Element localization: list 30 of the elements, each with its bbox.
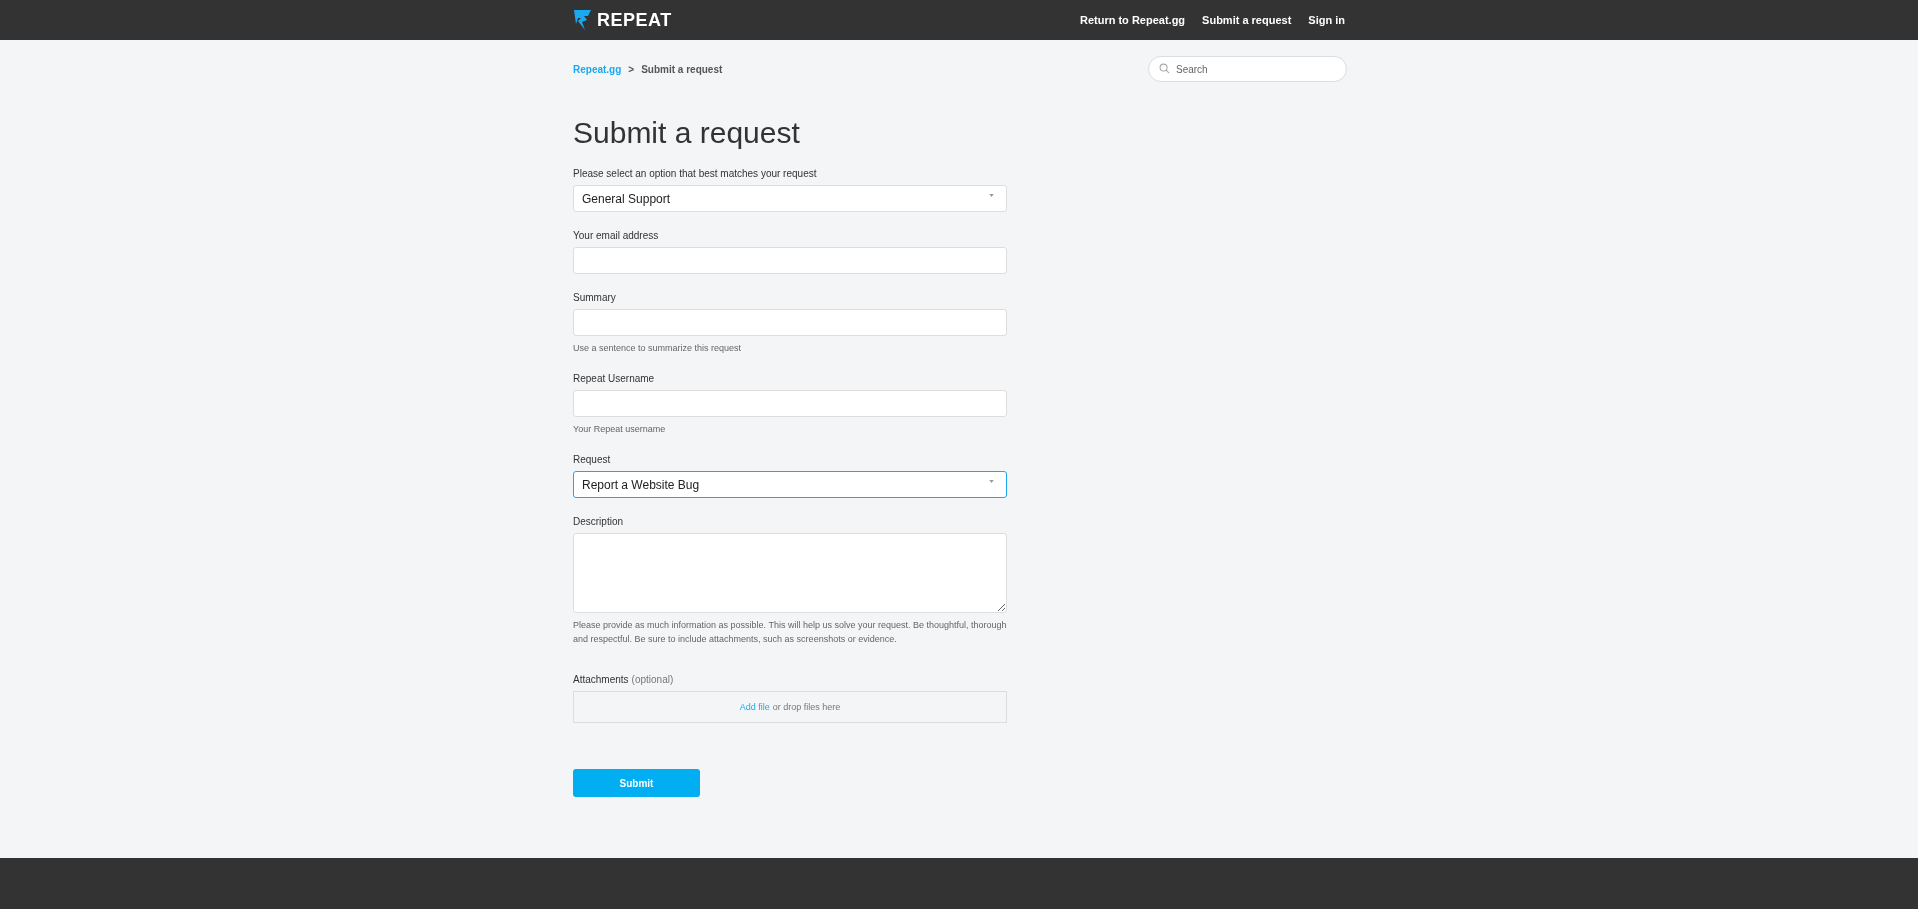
caret-icon [989, 194, 994, 197]
logo[interactable]: REPEAT [573, 9, 672, 31]
caret-icon [989, 480, 994, 483]
field-label: Attachments [573, 674, 629, 685]
field-label: Your email address [573, 230, 659, 241]
field-label: Repeat Username [573, 373, 655, 384]
nav-link[interactable]: Return to Repeat.gg [1079, 14, 1186, 26]
drop-hint: or drop files here [772, 702, 841, 712]
page-title: Submit a request [573, 116, 801, 150]
breadcrumb-text: > [628, 63, 635, 75]
logo-icon [573, 9, 593, 31]
input-field[interactable] [573, 247, 1007, 274]
optional-note: (optional) [631, 674, 674, 685]
field-label: Description [573, 516, 624, 527]
drop-zone[interactable]: Add file or drop files here [573, 691, 1007, 723]
field-label: Summary [573, 292, 616, 303]
field-label: Please select an option that best matches your request [573, 168, 817, 179]
dropdown[interactable]: Report a Website Bug [573, 471, 1007, 498]
field-hint: Please provide as much information as possible. This will help us solve your request. Be thoughtful, thorough and respectful. Be sure to include attachments, such as screenshots or evidence. [573, 619, 1007, 646]
input-field[interactable] [573, 390, 1007, 417]
nav-link[interactable]: Sign in [1308, 14, 1345, 26]
field-label: Request [573, 454, 611, 465]
field-hint: Use a sentence to summarize this request [573, 342, 743, 355]
nav-link[interactable]: Submit a request [1202, 14, 1292, 26]
input-field[interactable] [573, 309, 1007, 336]
field-hint: Your Repeat username [573, 423, 667, 436]
text-area[interactable] [573, 533, 1007, 613]
search-field[interactable]: Search [1148, 56, 1347, 82]
breadcrumb-text: Submit a request [641, 63, 723, 75]
dropdown[interactable]: General Support [573, 185, 1007, 212]
